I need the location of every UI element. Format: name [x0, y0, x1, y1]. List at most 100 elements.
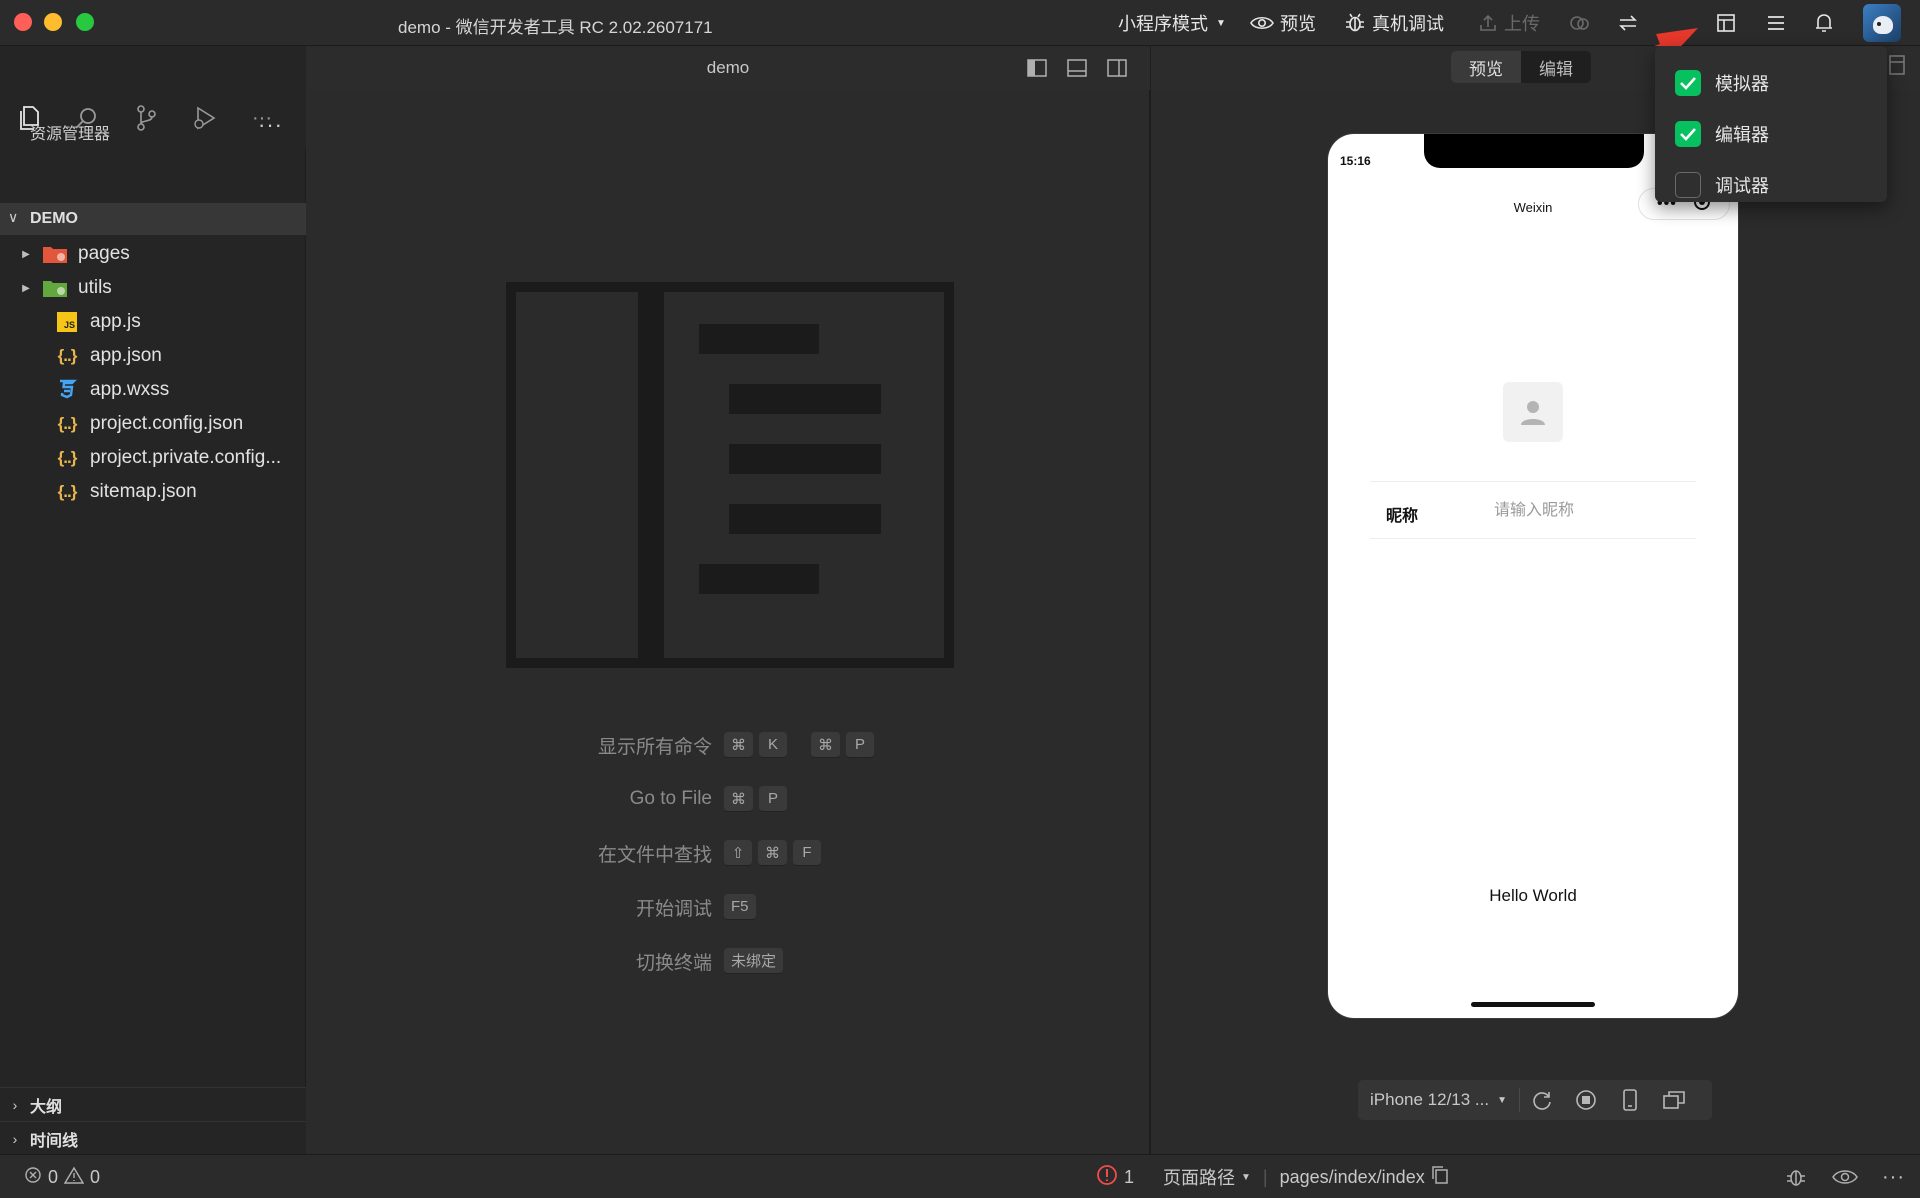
upload-button[interactable]: 上传 — [1478, 10, 1540, 36]
mode-selector[interactable]: 小程序模式 ▼ — [1118, 10, 1226, 36]
dropdown-item[interactable]: 编辑器 — [1675, 119, 1769, 149]
title-bar: demo - 微信开发者工具 RC 2.02.2607171 小程序模式 ▼ 预… — [0, 0, 1920, 46]
copy-icon[interactable] — [1431, 1165, 1449, 1190]
shortcut-label: 切换终端 — [635, 952, 712, 974]
key-cap: ⌘ — [724, 732, 753, 758]
explorer-title: 资源管理器 — [30, 126, 111, 143]
tree-item[interactable]: ▶ utils — [0, 272, 306, 304]
alert-icon — [1096, 1164, 1118, 1191]
json-file-icon: {..} — [57, 414, 78, 433]
device-selector[interactable]: iPhone 12/13 ... ▼ — [1358, 1088, 1520, 1112]
simulator-mode-toggle: 预览 编辑 — [1451, 51, 1591, 83]
timeline-section[interactable]: › 时间线 — [0, 1121, 306, 1155]
source-control-icon[interactable] — [132, 104, 160, 132]
status-bar: 0 0 1 页面路径 ▼ | pages/index/index ··· — [0, 1154, 1920, 1198]
alert-indicator[interactable]: 1 — [1096, 1164, 1134, 1191]
dropdown-item[interactable]: 调试器 — [1675, 170, 1769, 200]
user-icon — [1521, 401, 1545, 425]
outline-label: 大纲 — [30, 1098, 63, 1116]
checkbox-checked-icon[interactable] — [1675, 70, 1701, 96]
tree-item[interactable]: {..} project.private.config... — [0, 442, 306, 474]
stop-icon[interactable] — [1564, 1088, 1608, 1112]
key-cap: ⌘ — [724, 786, 753, 812]
switch-icon — [1618, 14, 1638, 32]
more-status-icon[interactable]: ··· — [1882, 1165, 1905, 1189]
switch-button[interactable] — [1618, 10, 1638, 36]
css-file-icon — [54, 379, 80, 401]
refresh-icon[interactable] — [1520, 1088, 1564, 1112]
seg-preview[interactable]: 预览 — [1451, 51, 1521, 83]
explorer-more-button[interactable]: ··· — [258, 112, 283, 138]
timeline-label: 时间线 — [30, 1132, 79, 1150]
page-path-selector[interactable]: 页面路径 ▼ | pages/index/index — [1163, 1165, 1449, 1189]
tree-item[interactable]: {..} sitemap.json — [0, 476, 306, 508]
key-cap: F5 — [724, 894, 756, 920]
cloud-button[interactable] — [1568, 10, 1592, 36]
cloud-icon — [1568, 14, 1592, 32]
phone-simulator[interactable]: 15:16 Weixin ••• 昵称 Hello World — [1328, 134, 1738, 1018]
nickname-input[interactable] — [1494, 496, 1684, 526]
simulator-side-icon[interactable] — [1887, 54, 1907, 81]
upload-label: 上传 — [1504, 14, 1540, 34]
shortcut-label: 开始调试 — [635, 898, 712, 920]
key-cap: P — [759, 786, 787, 812]
page-path-label: 页面路径 — [1163, 1168, 1235, 1188]
avatar-picker[interactable] — [1503, 382, 1563, 442]
remote-debug-button[interactable]: 真机调试 — [1344, 10, 1444, 36]
utils-folder-icon — [42, 277, 68, 299]
tree-item[interactable]: app.wxss — [0, 374, 306, 406]
toggle-panel-icon[interactable] — [1066, 57, 1088, 79]
shortcut-keys: ⌘ P — [724, 786, 801, 812]
debug-status-icon[interactable] — [1784, 1165, 1808, 1189]
key-combo: ⌘ K — [724, 732, 787, 758]
zoom-window-button[interactable] — [76, 13, 94, 31]
layout-icon — [1716, 13, 1736, 33]
close-window-button[interactable] — [14, 13, 32, 31]
tree-item-label: project.config.json — [90, 413, 244, 434]
key-cap: ⌘ — [758, 840, 787, 866]
error-icon — [24, 1166, 42, 1189]
avatar[interactable] — [1863, 4, 1901, 42]
tree-item-label: app.js — [90, 311, 141, 332]
key-combo: ⌘ P — [724, 786, 787, 812]
outline-section[interactable]: › 大纲 — [0, 1087, 306, 1121]
toggle-sidebar-icon[interactable] — [1026, 57, 1048, 79]
tree-item[interactable]: {..} app.json — [0, 340, 306, 372]
problems-indicator[interactable]: 0 0 — [24, 1165, 100, 1189]
checkbox-checked-icon[interactable] — [1675, 121, 1701, 147]
checkbox-unchecked-icon[interactable] — [1675, 172, 1701, 198]
minimize-window-button[interactable] — [44, 13, 62, 31]
dropdown-item-label: 模拟器 — [1715, 74, 1769, 94]
tree-item[interactable]: ▶ pages — [0, 238, 306, 270]
tree-item[interactable]: {..} project.config.json — [0, 408, 306, 440]
toggle-secondary-sidebar-icon[interactable] — [1106, 57, 1128, 79]
key-combo: ⌘ P — [811, 732, 874, 758]
menu-button[interactable] — [1766, 10, 1786, 36]
shortcut-row: Go to File ⌘ P — [306, 784, 1150, 814]
project-section-header[interactable]: ∨ DEMO — [0, 203, 306, 235]
tree-item[interactable]: JS app.js — [0, 306, 306, 338]
json-file-icon: {..} — [57, 346, 78, 365]
phone-icon[interactable] — [1608, 1088, 1652, 1112]
caret-down-icon: ▼ — [1216, 17, 1226, 29]
key-cap: ⌘ — [811, 732, 840, 758]
preview-button[interactable]: 预览 — [1250, 10, 1316, 36]
tree-item-label: sitemap.json — [90, 481, 197, 502]
eye-status-icon[interactable] — [1832, 1165, 1858, 1189]
sidebar-top — [0, 46, 306, 90]
json-file-icon: {..} — [57, 482, 78, 501]
seg-edit[interactable]: 编辑 — [1521, 51, 1591, 83]
key-combo: F5 — [724, 894, 756, 920]
key-cap: F — [793, 840, 821, 866]
shortcut-label: Go to File — [629, 788, 712, 809]
layout-button[interactable] — [1716, 10, 1736, 36]
notifications-button[interactable] — [1814, 10, 1834, 36]
editor-area[interactable]: 显示所有命令 ⌘ K ⌘ P Go to File ⌘ P 在文件中查找 ⇧ ⌘ F 开始调试 F5 切换终… — [306, 90, 1150, 1154]
home-indicator — [1471, 1002, 1595, 1007]
caret-down-icon: ▼ — [1497, 1094, 1507, 1106]
dropdown-item[interactable]: 模拟器 — [1675, 68, 1769, 98]
preview-label: 预览 — [1280, 14, 1316, 34]
shortcut-row: 切换终端 未绑定 — [306, 946, 1150, 976]
debug-icon[interactable] — [190, 104, 218, 132]
multi-window-icon[interactable] — [1652, 1088, 1696, 1112]
